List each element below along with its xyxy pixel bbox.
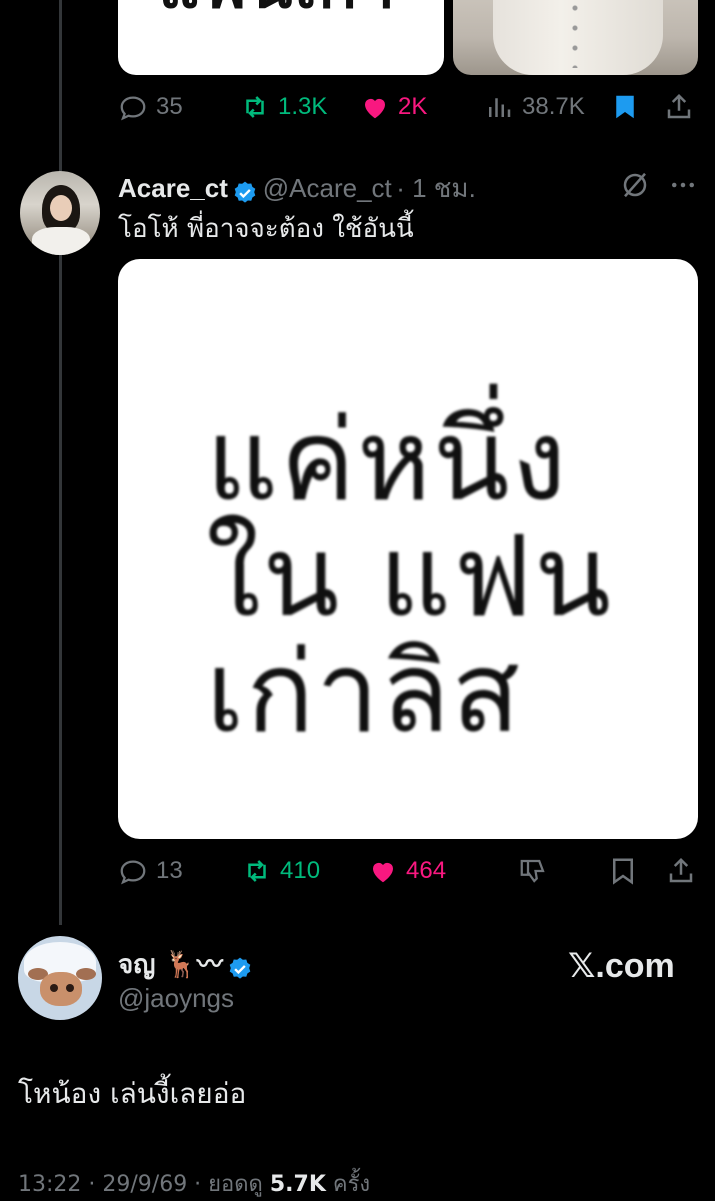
reply-button[interactable]: 13	[118, 856, 183, 886]
views-count: 38.7K	[522, 93, 585, 120]
reply-count: 35	[156, 93, 183, 120]
retweet-button[interactable]: 410	[242, 856, 320, 886]
previous-tweet-photo[interactable]	[453, 0, 698, 75]
handle[interactable]: @jaoyngs	[118, 983, 234, 1014]
heart-filled-icon	[373, 862, 393, 883]
thread-line	[59, 0, 62, 925]
bookmark-icon	[613, 858, 633, 885]
reply-icon	[120, 860, 146, 885]
avatar[interactable]	[18, 936, 102, 1020]
tweet-text: โหน้อง เล่นงี้เลยอ่อ	[18, 1077, 247, 1110]
avatar-face	[50, 195, 72, 221]
image-text-line: แค่หนึ่ง	[206, 396, 569, 526]
timestamp[interactable]: 13:22 · 29/9/69 · ยอดดู	[18, 1172, 263, 1197]
bookmark-button[interactable]	[608, 856, 638, 886]
avatar-deer-face	[40, 972, 82, 1006]
view-suffix: ครั้ง	[332, 1172, 371, 1197]
views-button[interactable]: 38.7K	[484, 92, 585, 122]
handle[interactable]: @Acare_ct	[263, 173, 392, 203]
grok-icon	[623, 172, 647, 198]
x-com-watermark: 𝕏.com	[568, 947, 675, 985]
like-count: 464	[406, 857, 447, 884]
retweet-icon	[248, 860, 266, 882]
avatar-body	[32, 227, 90, 255]
share-icon	[669, 857, 693, 883]
like-button[interactable]: 2K	[360, 92, 427, 122]
dislike-button[interactable]	[518, 856, 548, 886]
main-tweet-header: จญ 🦌〰	[118, 944, 253, 985]
avatar-eye	[50, 984, 58, 992]
thumbs-down-icon	[520, 859, 545, 883]
tweet-footer: 13:22 · 29/9/69 · ยอดดู 5.7K ครั้ง	[18, 1166, 370, 1201]
bookmark-filled-icon	[616, 95, 634, 119]
retweet-icon	[246, 96, 264, 118]
image-text-fragment: แฟนเก่า	[158, 0, 397, 36]
tweet-header: Acare_ct @Acare_ct · 1 ชม.	[118, 168, 476, 209]
image-text-line: ใน แฟน	[206, 512, 613, 642]
display-name[interactable]: จญ 🦌〰	[118, 950, 223, 980]
share-icon	[667, 93, 691, 119]
reply-count: 13	[156, 857, 183, 884]
share-button[interactable]	[664, 92, 694, 122]
share-button[interactable]	[666, 856, 696, 886]
like-button[interactable]: 464	[368, 856, 446, 886]
retweet-button[interactable]: 1.3K	[240, 92, 327, 122]
shirt-buttons	[571, 0, 579, 68]
timestamp[interactable]: · 1 ชม.	[396, 173, 476, 203]
bookmark-button[interactable]	[610, 92, 640, 122]
retweet-count: 410	[280, 857, 321, 884]
tweet-image[interactable]: แค่หนึ่ง ใน แฟน เก่าลิส	[118, 259, 698, 839]
retweet-count: 1.3K	[278, 93, 328, 120]
avatar[interactable]	[20, 171, 100, 255]
reply-button[interactable]: 35	[118, 92, 183, 122]
view-count: 5.7K	[269, 1172, 326, 1197]
views-icon	[489, 98, 511, 117]
reply-icon	[120, 96, 146, 121]
more-button[interactable]	[668, 170, 698, 200]
verified-badge-icon	[235, 181, 256, 203]
previous-tweet-image[interactable]: แฟนเก่า	[118, 0, 444, 75]
verified-badge-icon	[229, 957, 251, 979]
tweet-text: โอโห้ พี่อาจจะต้อง ใช้อันนี้	[118, 214, 414, 244]
like-count: 2K	[398, 93, 428, 120]
grok-button[interactable]	[620, 170, 650, 200]
more-icon	[672, 182, 694, 188]
display-name[interactable]: Acare_ct	[118, 173, 228, 203]
heart-filled-icon	[365, 98, 385, 119]
image-text-line: เก่าลิส	[206, 628, 522, 758]
avatar-eye	[66, 984, 74, 992]
